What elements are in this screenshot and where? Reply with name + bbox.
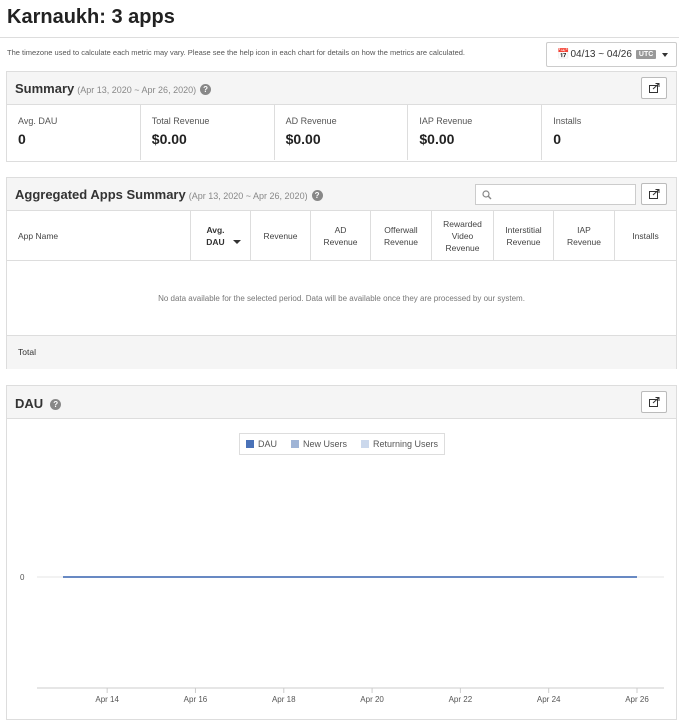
x-tick-label: Apr 22 [449,695,473,704]
metric-value: 0 [553,131,561,147]
search-icon [482,190,492,200]
dau-chart: 0 Apr 14 Apr 16 Apr 18 Apr 20 Apr 22 Apr 24 Apr… [20,573,664,704]
metric-label: Avg. DAU [18,116,58,126]
date-range-value: 04/13 ~ 04/26 [570,49,632,60]
column-ad-revenue[interactable]: AD Revenue [311,211,371,260]
column-interstitial-revenue[interactable]: Interstitial Revenue [494,211,554,260]
aggregated-period: (Apr 13, 2020 ~ Apr 26, 2020) [188,191,308,201]
dau-title: DAU? [15,396,62,411]
column-offerwall-revenue[interactable]: Offerwall Revenue [371,211,432,260]
summary-title: Summary (Apr 13, 2020 ~ Apr 26, 2020)? [15,81,212,96]
x-tick-label: Apr 14 [95,695,119,704]
metric-label: IAP Revenue [419,116,473,126]
metric-total-revenue: Total Revenue $0.00 [141,105,275,160]
sort-desc-icon [232,239,241,244]
x-tick-label: Apr 26 [625,695,649,704]
timezone-badge: UTC [635,50,657,59]
help-icon[interactable]: ? [200,84,212,95]
total-row: Total [7,336,676,369]
search-input[interactable] [475,184,636,205]
column-revenue[interactable]: Revenue [251,211,311,260]
aggregated-title: Aggregated Apps Summary (Apr 13, 2020 ~ A… [15,187,323,202]
summary-export-button[interactable] [641,77,667,99]
metric-ad-revenue: AD Revenue $0.00 [275,105,409,160]
column-rewarded-video-revenue[interactable]: Rewarded Video Revenue [432,211,494,260]
timezone-note: The timezone used to calculate each metr… [7,48,466,57]
column-installs[interactable]: Installs [615,211,676,260]
summary-panel: Summary (Apr 13, 2020 ~ Apr 26, 2020)? Av… [6,71,677,162]
export-icon [648,189,659,199]
date-range-picker[interactable]: 📅 04/13 ~ 04/26 UTC [546,42,677,67]
table-header: App Name Avg. DAU Revenue AD Revenue Off… [7,211,676,261]
header-divider [0,37,679,38]
metric-value: $0.00 [151,131,187,147]
column-app-name[interactable]: App Name [7,211,191,260]
export-icon [648,397,659,407]
aggregated-panel: Aggregated Apps Summary (Apr 13, 2020 ~ A… [6,177,677,369]
summary-header: Summary (Apr 13, 2020 ~ Apr 26, 2020)? [7,72,676,105]
chevron-down-icon [662,52,669,57]
calendar-icon: 📅 [557,49,570,60]
y-tick-label: 0 [20,573,25,582]
metric-value: $0.00 [285,131,321,147]
dau-title-text: DAU [15,396,44,411]
column-iap-revenue[interactable]: IAP Revenue [554,211,615,260]
x-tick-label: Apr 16 [184,695,208,704]
aggregated-export-button[interactable] [641,183,667,205]
aggregated-header: Aggregated Apps Summary (Apr 13, 2020 ~ A… [7,178,676,211]
metric-label: Total Revenue [151,116,210,126]
export-icon [648,83,659,93]
column-avg-dau[interactable]: Avg. DAU [191,211,251,260]
metric-label: Installs [553,116,582,126]
summary-title-text: Summary [15,81,75,96]
summary-period: (Apr 13, 2020 ~ Apr 26, 2020) [77,85,197,95]
metric-label: AD Revenue [285,116,337,126]
metric-iap-revenue: IAP Revenue $0.00 [408,105,543,160]
x-tick-label: Apr 20 [360,695,384,704]
metric-value: $0.00 [419,131,455,147]
metric-avg-dau: Avg. DAU 0 [7,105,141,160]
empty-message: No data available for the selected perio… [7,261,676,336]
metric-installs: Installs 0 [542,105,676,160]
metric-value: 0 [18,131,26,147]
x-tick-label: Apr 18 [272,695,296,704]
help-icon[interactable]: ? [50,399,62,410]
column-avg-dau-label: Avg. DAU [206,224,225,247]
help-icon[interactable]: ? [311,190,323,201]
x-tick-label: Apr 24 [537,695,561,704]
dau-header: DAU? [7,386,676,419]
dau-panel: DAU? DAU New Users Returning Users 0 Apr … [6,385,677,720]
summary-metrics: Avg. DAU 0 Total Revenue $0.00 AD Revenue $… [7,105,676,160]
dau-export-button[interactable] [641,391,667,413]
aggregated-title-text: Aggregated Apps Summary [15,187,186,202]
page-title: Karnaukh: 3 apps [7,6,175,28]
